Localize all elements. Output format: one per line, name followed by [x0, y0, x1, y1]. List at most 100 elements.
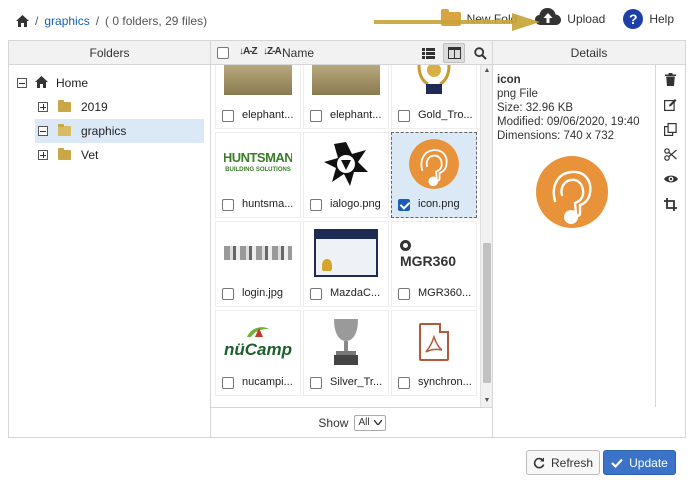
top-bar: / graphics / ( 0 folders, 29 files) New … [0, 0, 688, 40]
details-file-type: png File [497, 88, 538, 100]
tree-item-label: 2019 [81, 100, 108, 114]
gold-trophy-icon [417, 65, 451, 94]
file-thumbnail [224, 65, 292, 100]
details-toolbar [655, 65, 685, 407]
home-icon[interactable] [16, 15, 29, 27]
show-select-value: All [358, 417, 370, 428]
dialog-footer: Refresh Update [0, 438, 688, 483]
expand-toggle-icon[interactable] [38, 102, 48, 112]
view-button[interactable] [663, 171, 679, 187]
file-name: icon.png [418, 198, 460, 210]
breadcrumb-current-folder[interactable]: graphics [44, 14, 89, 28]
select-all-checkbox[interactable] [217, 47, 229, 59]
rename-button[interactable] [663, 96, 679, 112]
file-tile[interactable]: login.jpg [215, 221, 301, 307]
file-checkbox[interactable] [398, 377, 410, 389]
folder-open-icon [58, 124, 71, 136]
file-manager: Folders Home 2019 graphics Vet ↓A-Z ↓Z-A… [8, 40, 686, 438]
file-name: login.jpg [242, 287, 283, 299]
collapse-toggle-icon[interactable] [38, 126, 48, 136]
file-checkbox[interactable] [310, 288, 322, 300]
file-checkbox[interactable] [310, 110, 322, 122]
file-thumbnail: HUNTSMAN BUILDING SOLUTIONS [224, 139, 292, 189]
collapse-toggle-icon[interactable] [17, 78, 27, 88]
tree-item-2019[interactable]: 2019 [9, 95, 210, 119]
files-header: ↓A-Z ↓Z-A Name [211, 41, 492, 65]
tree-item-graphics[interactable]: graphics [35, 119, 204, 143]
list-view-icon [421, 47, 435, 59]
sort-ascending-icon[interactable]: ↓A-Z [239, 46, 258, 57]
file-checkbox[interactable] [222, 377, 234, 389]
files-footer: Show All [211, 407, 493, 437]
file-tile[interactable]: elephant... [215, 65, 301, 129]
file-checkbox[interactable] [310, 377, 322, 389]
file-tile[interactable]: ialogo.png [303, 132, 389, 218]
search-icon [473, 46, 487, 60]
folder-icon [58, 100, 71, 112]
file-details: icon png File Size: 32.96 KB Modified: 0… [493, 65, 655, 143]
details-file-modified: Modified: 09/06/2020, 19:40 [497, 116, 640, 128]
file-checkbox[interactable] [310, 199, 322, 211]
scroll-up-icon[interactable]: ▲ [483, 67, 491, 75]
file-tile[interactable]: HUNTSMAN BUILDING SOLUTIONS huntsma... [215, 132, 301, 218]
file-thumbnail [312, 139, 380, 189]
file-checkbox[interactable] [222, 288, 234, 300]
file-tile[interactable]: Silver_Tr... [303, 310, 389, 396]
nucamp-logo-icon: nüCamp [224, 325, 292, 360]
crop-button[interactable] [663, 196, 679, 212]
name-column-header[interactable]: Name [282, 46, 314, 60]
details-file-size: Size: 32.96 KB [497, 102, 574, 114]
file-tile[interactable]: nüCamp nucampi... [215, 310, 301, 396]
breadcrumb-separator: / [35, 14, 39, 28]
elephant-logo-icon [536, 156, 608, 228]
ia-logo-icon [324, 142, 368, 186]
file-tile[interactable]: elephant... [303, 65, 389, 129]
refresh-button[interactable]: Refresh [526, 450, 600, 475]
show-select[interactable]: All [354, 414, 386, 431]
file-tile[interactable]: synchron... [391, 310, 477, 396]
file-tile[interactable]: MGR360 MGR360... [391, 221, 477, 307]
file-tile[interactable]: Gold_Tro... [391, 65, 477, 129]
login-image-icon [224, 246, 292, 260]
elephant-logo-icon [409, 139, 459, 189]
copy-button[interactable] [663, 121, 679, 137]
breadcrumb-separator: / [95, 14, 100, 28]
details-file-name: icon [497, 74, 521, 86]
delete-button[interactable] [663, 71, 679, 87]
file-checkbox[interactable] [222, 110, 234, 122]
file-checkbox[interactable] [398, 199, 410, 211]
refresh-icon [533, 457, 545, 468]
file-checkbox[interactable] [398, 110, 410, 122]
upload-button[interactable]: Upload [535, 8, 605, 29]
home-icon [35, 75, 48, 91]
file-name: elephant... [330, 109, 382, 121]
help-label: Help [649, 11, 674, 26]
mgr360-logo-icon: MGR360 [400, 237, 468, 269]
folder-tree: Home 2019 graphics Vet [9, 65, 210, 167]
list-view-button[interactable] [417, 43, 439, 63]
elephants-photo-icon [224, 65, 292, 95]
update-button[interactable]: Update [603, 450, 676, 475]
file-tile[interactable]: icon.png [391, 132, 477, 218]
file-checkbox[interactable] [222, 199, 234, 211]
tree-item-vet[interactable]: Vet [9, 143, 210, 167]
file-name: nucampi... [242, 376, 293, 388]
cut-button[interactable] [663, 146, 679, 162]
file-tile[interactable]: MazdaC... [303, 221, 389, 307]
scroll-thumb[interactable] [483, 243, 491, 383]
help-button[interactable]: ? Help [623, 8, 674, 29]
expand-toggle-icon[interactable] [38, 150, 48, 160]
tree-item-label: Home [56, 76, 89, 90]
scroll-down-icon[interactable]: ▼ [483, 397, 491, 405]
grid-view-button[interactable] [443, 43, 465, 63]
file-thumbnail: MGR360 [400, 228, 468, 278]
details-preview-image [533, 153, 611, 234]
check-icon [611, 458, 623, 468]
file-grid-scrollbar[interactable]: ▲ ▼ [480, 65, 492, 407]
details-file-dimensions: Dimensions: 740 x 732 [497, 130, 614, 142]
sort-descending-icon[interactable]: ↓Z-A [263, 46, 282, 57]
file-thumbnail [400, 317, 468, 367]
search-button[interactable] [469, 43, 491, 63]
file-checkbox[interactable] [398, 288, 410, 300]
tree-item-home[interactable]: Home [9, 71, 210, 95]
